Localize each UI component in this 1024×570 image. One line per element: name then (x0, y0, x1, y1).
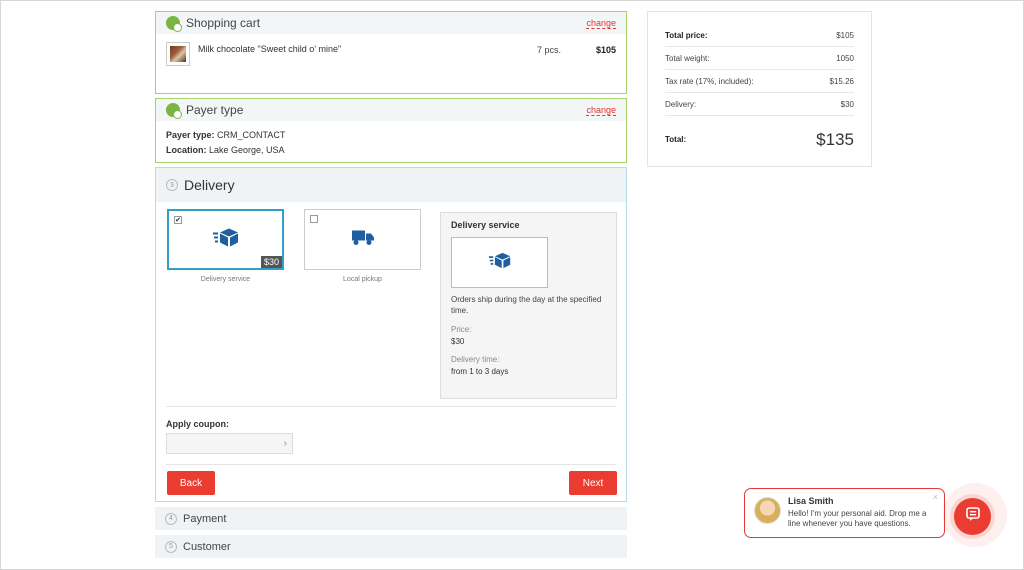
summary-row: Total price: $105 (665, 24, 854, 47)
option-price-badge: $30 (260, 256, 282, 268)
chat-icon (965, 506, 981, 527)
summary-value: $30 (840, 99, 854, 109)
open-chat-button[interactable] (954, 498, 991, 535)
divider (166, 464, 616, 465)
summary-value: $15.26 (829, 76, 854, 86)
customer-section[interactable]: 5 Customer (155, 535, 627, 558)
summary-label: Tax rate (17%, included): (665, 76, 754, 86)
close-icon[interactable]: × (933, 492, 938, 502)
customer-title: Customer (183, 540, 231, 553)
summary-label: Total weight: (665, 53, 710, 63)
chat-greeting-bubble[interactable]: Lisa Smith Hello! I'm your personal aid.… (744, 488, 945, 538)
coupon-input[interactable]: › (166, 433, 293, 454)
payer-details: Payer type: CRM_CONTACT Location: Lake G… (156, 121, 626, 165)
shopping-cart-title: Shopping cart (186, 16, 261, 30)
summary-row: Delivery: $30 (665, 93, 854, 116)
payment-section[interactable]: 4 Payment (155, 507, 627, 530)
shopping-cart-header: Shopping cart change (156, 12, 626, 34)
info-title: Delivery service (451, 220, 520, 230)
product-total: $105 (595, 45, 616, 55)
order-summary: Total price: $105 Total weight: 1050 Tax… (647, 11, 872, 167)
option-checkbox[interactable] (310, 215, 318, 223)
payer-type-value: CRM_CONTACT (217, 130, 286, 140)
product-quantity: 7 pcs. (537, 45, 562, 55)
payer-type-label: Payer type: (166, 130, 215, 140)
chat-message: Hello! I'm your personal aid. Drop me a … (788, 509, 927, 528)
summary-value: 1050 (836, 53, 854, 63)
info-description: Orders ship during the day at the specif… (451, 295, 602, 315)
delivery-option-label: Delivery service (200, 276, 251, 283)
summary-label: Delivery: (665, 99, 697, 109)
step-number: 4 (165, 512, 177, 525)
option-checkbox[interactable]: ✔ (174, 216, 182, 224)
price-label: Price: (451, 325, 472, 334)
payer-type-title: Payer type (186, 103, 244, 117)
product-thumbnail[interactable] (166, 42, 190, 66)
cart-item-row: Milk chocolate "Sweet child o' mine" 7 p… (156, 34, 626, 92)
delivery-option-pickup[interactable] (304, 209, 421, 270)
summary-value: $105 (836, 30, 854, 40)
info-image (451, 237, 548, 288)
delivery-box-icon (488, 252, 512, 274)
total-label: Total: (665, 135, 687, 144)
truck-icon (351, 228, 375, 251)
check-done-icon (166, 16, 182, 32)
avatar (754, 497, 781, 524)
coupon-label: Apply coupon: (166, 419, 229, 429)
step-number: 5 (165, 540, 177, 553)
summary-row: Tax rate (17%, included): $15.26 (665, 70, 854, 93)
summary-total-row: Total: $135 (665, 116, 854, 163)
cart-change-link[interactable]: change (586, 18, 616, 29)
back-button[interactable]: Back (167, 471, 215, 495)
delivery-box-icon (212, 227, 240, 252)
check-done-icon (166, 103, 182, 119)
shopping-cart-section: Shopping cart change Milk chocolate "Swe… (155, 11, 627, 94)
next-button[interactable]: Next (569, 471, 617, 495)
delivery-option-label: Local pickup (343, 276, 382, 283)
payment-title: Payment (183, 512, 227, 525)
chevron-right-icon[interactable]: › (284, 438, 287, 449)
delivery-section: 3 Delivery ✔ $30 Delivery service Local … (155, 167, 627, 502)
summary-label: Total price: (665, 30, 708, 40)
delivery-time-value: from 1 to 3 days (451, 367, 509, 376)
payer-type-section: Payer type change Payer type: CRM_CONTAC… (155, 98, 627, 163)
divider (166, 406, 616, 407)
payer-change-link[interactable]: change (586, 105, 616, 116)
delivery-title: Delivery (184, 177, 235, 193)
price-value: $30 (451, 337, 465, 346)
payer-type-header: Payer type change (156, 99, 626, 121)
delivery-option-service[interactable]: ✔ $30 (167, 209, 284, 270)
delivery-time-label: Delivery time: (451, 355, 500, 364)
location-value: Lake George, USA (209, 145, 285, 155)
chat-agent-name: Lisa Smith (788, 496, 834, 506)
product-name: Milk chocolate "Sweet child o' mine" (198, 44, 342, 54)
total-value: $135 (816, 129, 854, 149)
delivery-header: 3 Delivery (156, 168, 626, 202)
step-number: 3 (166, 179, 178, 191)
summary-row: Total weight: 1050 (665, 47, 854, 70)
location-label: Location: (166, 145, 207, 155)
delivery-info-panel: Delivery service Orders ship during the … (440, 212, 617, 399)
